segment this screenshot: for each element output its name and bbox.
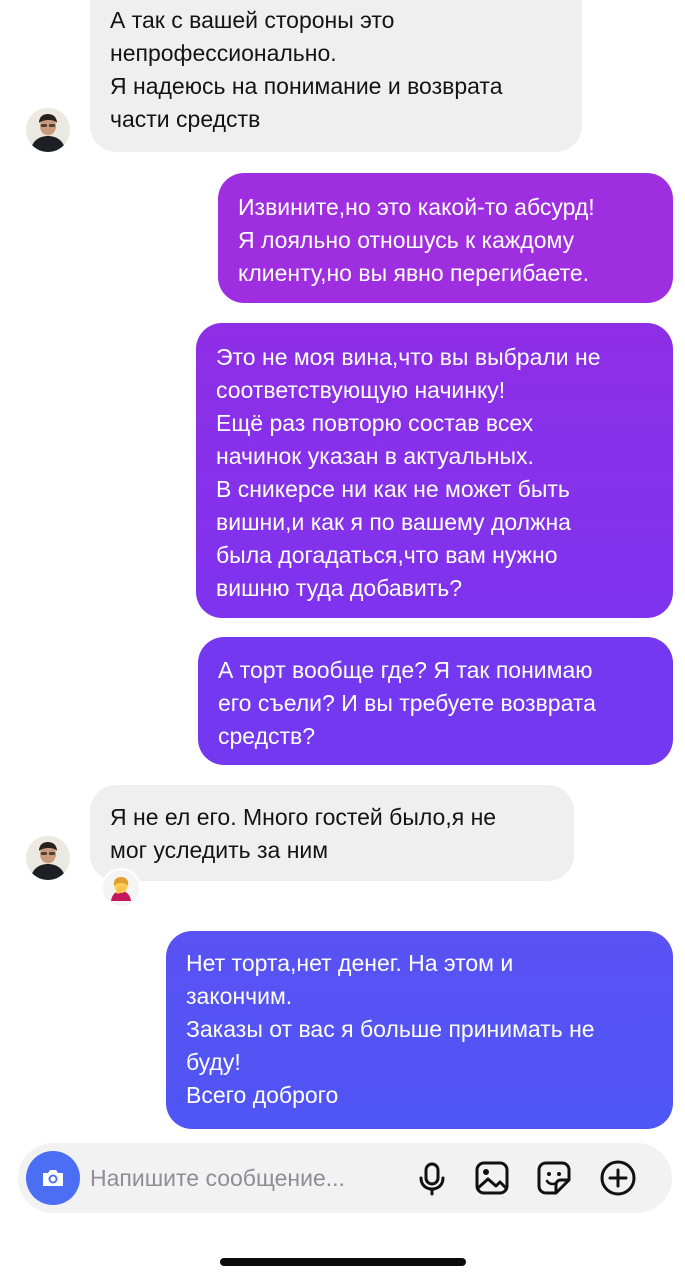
sticker-button[interactable] — [534, 1158, 574, 1198]
message-text-line: Я лояльно отношусь к каждому — [238, 227, 575, 253]
outgoing-message[interactable]: Это не моя вина,что вы выбрали не соотве… — [196, 323, 673, 618]
microphone-button[interactable] — [412, 1158, 452, 1198]
incoming-message[interactable]: Я не ел его. Много гостей было,я не мог … — [90, 785, 574, 881]
message-text-line: мог уследить за ним — [110, 837, 329, 863]
message-text-line: его съели? И вы требуете возврата — [218, 690, 596, 716]
outgoing-message[interactable]: Нет торта,нет денег. На этом и закончим.… — [166, 931, 673, 1129]
contact-avatar[interactable] — [26, 836, 70, 880]
message-text-line: Я надеюсь на понимание и возврата — [110, 73, 503, 99]
woman-facepalming-icon — [111, 877, 131, 901]
message-input[interactable]: Напишите сообщение... — [90, 1143, 345, 1213]
message-reaction[interactable] — [101, 868, 141, 908]
message-composer: Напишите сообщение... — [18, 1143, 672, 1213]
outgoing-message[interactable]: Извините,но это какой-то абсурд! Я лояль… — [218, 173, 673, 303]
incoming-message[interactable]: А так с вашей стороны это непрофессионал… — [90, 0, 582, 152]
message-text-line: Заказы от вас я больше принимать не — [186, 1016, 595, 1042]
message-text-line: Всего доброго — [186, 1082, 339, 1108]
camera-button[interactable] — [26, 1151, 80, 1205]
add-attachment-button[interactable] — [598, 1158, 638, 1198]
message-text-line: клиенту,но вы явно перегибаете. — [238, 260, 590, 286]
message-text-line: начинок указан в актуальных. — [216, 443, 534, 469]
gallery-button[interactable] — [472, 1158, 512, 1198]
home-indicator[interactable] — [220, 1258, 466, 1266]
message-text-line: была догадаться,что вам нужно — [216, 542, 558, 568]
outgoing-message[interactable]: А торт вообще где? Я так понимаю его съе… — [198, 637, 673, 765]
message-text-line: соответствующую начинку! — [216, 377, 506, 403]
camera-icon — [43, 1170, 63, 1186]
message-text-line: Извините,но это какой-то абсурд! — [238, 194, 595, 220]
gallery-icon — [475, 1161, 509, 1195]
message-text-line: буду! — [186, 1049, 241, 1075]
message-text-line: Ещё раз повторю состав всех — [216, 410, 534, 436]
message-text-line: закончим. — [186, 983, 293, 1009]
plus-icon — [600, 1160, 636, 1196]
microphone-icon — [419, 1162, 445, 1196]
sticker-icon — [537, 1161, 571, 1195]
message-text-line: Я не ел его. Много гостей было,я не — [110, 804, 497, 830]
message-text-line: вишни,и как я по вашему должна — [216, 509, 571, 535]
message-text-line: средств? — [218, 723, 316, 749]
message-text-line: В сникерсе ни как не может быть — [216, 476, 570, 502]
message-text-line: А торт вообще где? Я так понимаю — [218, 657, 593, 683]
contact-avatar[interactable] — [26, 108, 70, 152]
message-text-line: А так с вашей стороны это — [110, 7, 395, 33]
message-text-line: Это не моя вина,что вы выбрали не — [216, 344, 601, 370]
message-text-line: вишню туда добавить? — [216, 575, 463, 601]
message-text-line: Нет торта,нет денег. На этом и — [186, 950, 514, 976]
message-text-line: непрофессионально. — [110, 40, 337, 66]
message-text-line: части средств — [110, 106, 261, 132]
